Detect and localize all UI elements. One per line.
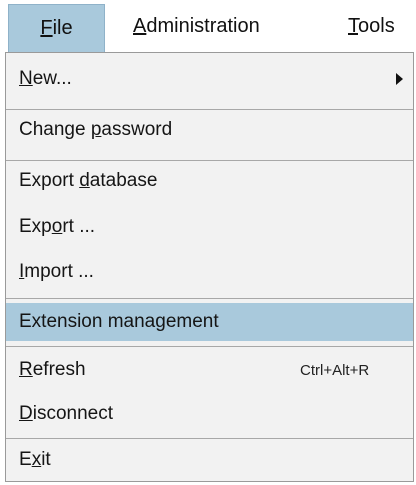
menu-item-exit-label: Exit: [19, 449, 51, 470]
menu-file[interactable]: File: [8, 4, 105, 52]
menu-item-new-label: New...: [19, 68, 72, 89]
menu-item-new[interactable]: New...: [6, 60, 413, 98]
menu-separator: [6, 160, 413, 161]
menu-item-change-password[interactable]: Change password: [6, 111, 413, 149]
menu-separator: [6, 438, 413, 439]
refresh-shortcut: Ctrl+Alt+R: [300, 361, 370, 379]
menu-item-import[interactable]: Import ...: [6, 253, 413, 291]
menu-file-label: File: [40, 17, 73, 39]
menu-item-disconnect[interactable]: Disconnect: [6, 395, 413, 433]
menu-item-export-database-label: Export database: [19, 170, 158, 191]
menu-item-change-password-label: Change password: [19, 119, 173, 140]
menu-item-extension-management-label: Extension management: [19, 311, 219, 332]
menu-tools-label: Tools: [348, 14, 395, 37]
menu-separator: [6, 298, 413, 299]
menu-administration[interactable]: Administration: [133, 0, 260, 52]
menu-administration-label: Administration: [133, 14, 260, 37]
menu-item-export-database[interactable]: Export database: [6, 162, 413, 200]
menu-item-import-label: Import ...: [19, 261, 94, 282]
menu-separator: [6, 346, 413, 347]
submenu-arrow-icon: [396, 73, 403, 85]
menu-item-exit[interactable]: Exit: [6, 441, 413, 479]
file-menu-dropdown: New... Change password Export database E…: [5, 52, 414, 482]
menu-item-refresh[interactable]: Refresh Ctrl+Alt+R: [6, 351, 413, 389]
menu-bar: File Administration Tools: [0, 0, 416, 52]
menu-item-export[interactable]: Export ...: [6, 208, 413, 246]
menu-tools[interactable]: Tools: [348, 0, 395, 52]
menu-item-extension-management[interactable]: Extension management: [6, 303, 413, 341]
menu-separator: [6, 109, 413, 110]
menu-item-disconnect-label: Disconnect: [19, 403, 114, 424]
menu-item-refresh-label: Refresh: [19, 359, 86, 380]
menu-item-export-label: Export ...: [19, 216, 96, 237]
